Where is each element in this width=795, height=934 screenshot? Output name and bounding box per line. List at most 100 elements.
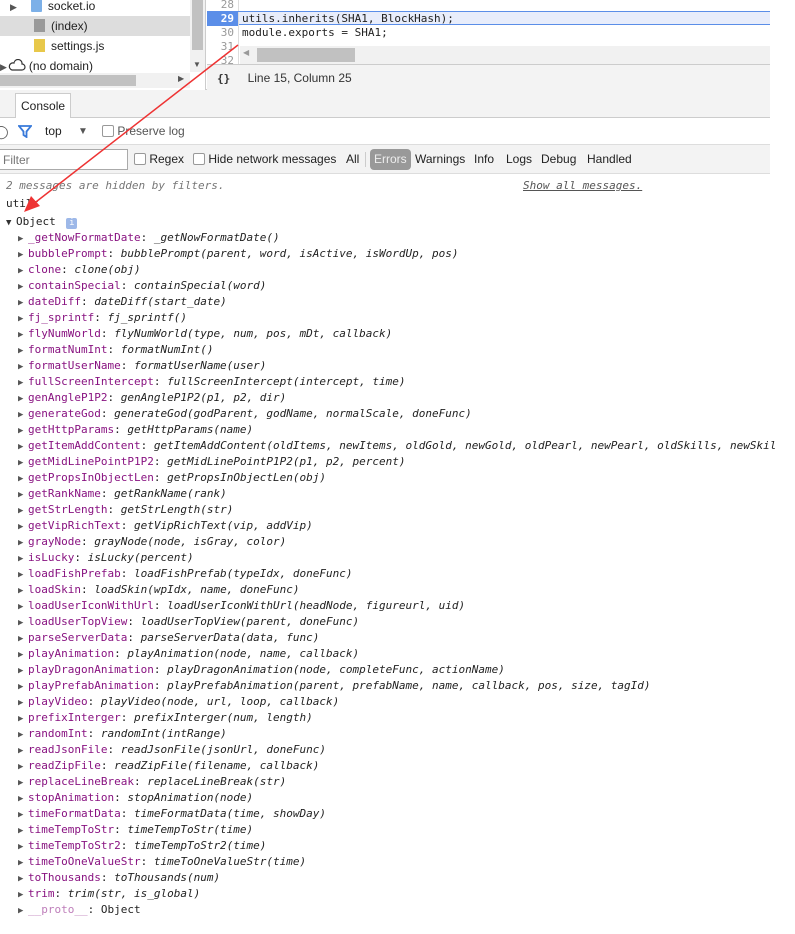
object-property[interactable]: ▶ isLucky: isLucky(percent) [18, 550, 194, 566]
object-property[interactable]: ▶ getItemAddContent: getItemAddContent(ol… [18, 438, 776, 454]
expand-arrow-icon[interactable]: ▶ [18, 343, 28, 359]
expand-arrow-icon[interactable]: ▶ [18, 455, 28, 471]
object-property[interactable]: ▶ getVipRichText: getVipRichText(vip, add… [18, 518, 313, 534]
line-number[interactable]: 29 [207, 12, 239, 26]
info-icon[interactable]: i [66, 218, 78, 229]
object-property[interactable]: ▶ loadSkin: loadSkin(wpIdx, name, doneFun… [18, 582, 300, 598]
expand-arrow-icon[interactable]: ▶ [18, 807, 28, 823]
object-property[interactable]: ▶ trim: trim(str, is_global) [18, 886, 200, 902]
object-property[interactable]: ▶ bubblePrompt: bubblePrompt(parent, word… [18, 246, 459, 262]
object-property[interactable]: ▶ clone: clone(obj) [18, 262, 141, 278]
object-property[interactable]: ▶ flyNumWorld: flyNumWorld(type, num, pos… [18, 326, 392, 342]
object-property[interactable]: ▶ playAnimation: playAnimation(node, name… [18, 646, 359, 662]
tree-item[interactable]: (index) [0, 16, 190, 36]
object-property[interactable]: ▶ readJsonFile: readJsonFile(jsonUrl, don… [18, 742, 326, 758]
filter-input[interactable] [0, 149, 128, 170]
chevron-down-icon[interactable]: ▼ [78, 118, 88, 145]
object-property[interactable]: ▶ replaceLineBreak: replaceLineBreak(str) [18, 774, 286, 790]
object-property[interactable]: ▶ generateGod: generateGod(godParent, god… [18, 406, 472, 422]
object-property[interactable]: ▶ timeFormatData: timeFormatData(time, sh… [18, 806, 326, 822]
object-property[interactable]: ▶ loadUserTopView: loadUserTopView(parent… [18, 614, 359, 630]
expand-arrow-icon[interactable]: ▶ [18, 487, 28, 503]
expand-arrow-icon[interactable]: ▶ [18, 551, 28, 567]
expand-arrow-icon[interactable]: ▶ [18, 871, 28, 887]
object-property[interactable]: ▶ getPropsInObjectLen: getPropsInObjectLe… [18, 470, 326, 486]
line-number[interactable]: 31 [207, 40, 239, 54]
expand-arrow-icon[interactable]: ▶ [18, 631, 28, 647]
expand-arrow-icon[interactable]: ▶ [18, 711, 28, 727]
expand-arrow-icon[interactable]: ▶ [18, 887, 28, 903]
level-debug[interactable]: Debug [541, 145, 576, 174]
expand-arrow-icon[interactable]: ▶ [18, 519, 28, 535]
expand-arrow-icon[interactable]: ▶ [18, 727, 28, 743]
hide-network-checkbox[interactable]: Hide network messages [193, 145, 336, 174]
object-property[interactable]: ▶ playPrefabAnimation: playPrefabAnimatio… [18, 678, 651, 694]
object-property[interactable]: ▶ containSpecial: containSpecial(word) [18, 278, 266, 294]
object-property[interactable]: ▶ timeTempToStr: timeTempToStr(time) [18, 822, 253, 838]
object-property[interactable]: ▶ getStrLength: getStrLength(str) [18, 502, 233, 518]
expand-arrow-icon[interactable]: ▶ [18, 839, 28, 855]
expand-arrow-icon[interactable]: ▶ [18, 743, 28, 759]
expand-arrow-icon[interactable]: ▶ [18, 903, 28, 919]
tree-item[interactable]: settings.js [0, 36, 190, 56]
object-property[interactable]: ▶ formatUserName: formatUserName(user) [18, 358, 266, 374]
editor-hscrollbar[interactable]: ◀ [240, 46, 770, 64]
regex-checkbox[interactable]: Regex [134, 145, 184, 174]
object-property[interactable]: ▶ timeTempToStr2: timeTempToStr2(time) [18, 838, 266, 854]
expand-arrow-icon[interactable]: ▶ [18, 535, 28, 551]
tree-item[interactable]: ▶ socket.io [0, 0, 190, 16]
expand-arrow-icon[interactable]: ▶ [18, 407, 28, 423]
object-proto[interactable]: ▶ __proto__: Object [18, 902, 141, 918]
expand-arrow-icon[interactable]: ▶ [18, 855, 28, 871]
context-selector[interactable]: top [45, 118, 62, 145]
object-property[interactable]: ▶ fullScreenIntercept: fullScreenIntercep… [18, 374, 406, 390]
level-info[interactable]: Info [474, 145, 494, 174]
expand-arrow-icon[interactable]: ▶ [18, 679, 28, 695]
object-property[interactable]: ▶ loadUserIconWithUrl: loadUserIconWithUr… [18, 598, 465, 614]
object-property[interactable]: ▶ loadFishPrefab: loadFishPrefab(typeIdx,… [18, 566, 353, 582]
object-property[interactable]: ▶ timeToOneValueStr: timeToOneValueStr(ti… [18, 854, 306, 870]
level-handled[interactable]: Handled [587, 145, 632, 174]
object-property[interactable]: ▶ getRankName: getRankName(rank) [18, 486, 227, 502]
level-errors[interactable]: Errors [370, 149, 411, 170]
expand-arrow-icon[interactable]: ▶ [18, 375, 28, 391]
expand-arrow-icon[interactable]: ▶ [18, 471, 28, 487]
object-property[interactable]: ▶ genAngleP1P2: genAngleP1P2(p1, p2, dir) [18, 390, 286, 406]
expand-arrow-icon[interactable]: ▶ [18, 439, 28, 455]
object-property[interactable]: ▶ parseServerData: parseServerData(data, … [18, 630, 319, 646]
expand-arrow-icon[interactable]: ▶ [18, 759, 28, 775]
expand-arrow-icon[interactable]: ▶ [18, 695, 28, 711]
expand-arrow-icon[interactable]: ▶ [18, 791, 28, 807]
expand-arrow-icon[interactable]: ▶ [18, 775, 28, 791]
object-property[interactable]: ▶ randomInt: randomInt(intRange) [18, 726, 227, 742]
preserve-log-checkbox[interactable]: Preserve log [102, 118, 185, 145]
clear-console-icon[interactable]: ◯ [0, 118, 9, 145]
expand-arrow-icon[interactable]: ▶ [18, 263, 28, 279]
expand-arrow-icon[interactable]: ▶ [18, 423, 28, 439]
object-property[interactable]: ▶ getHttpParams: getHttpParams(name) [18, 422, 253, 438]
expand-arrow-icon[interactable]: ▶ [18, 327, 28, 343]
expand-arrow-icon[interactable]: ▶ [18, 295, 28, 311]
expand-arrow-icon[interactable]: ▶ [18, 567, 28, 583]
object-property[interactable]: ▶ _getNowFormatDate: _getNowFormatDate() [18, 230, 280, 246]
line-number[interactable]: 30 [207, 26, 239, 40]
filter-icon[interactable] [18, 125, 32, 138]
tree-scrollbar[interactable]: ▼ [190, 0, 205, 72]
expand-arrow-icon[interactable]: ▶ [18, 311, 28, 327]
expand-arrow-icon[interactable]: ▶ [18, 615, 28, 631]
object-property[interactable]: ▶ fj_sprintf: fj_sprintf() [18, 310, 187, 326]
object-property[interactable]: ▶ formatNumInt: formatNumInt() [18, 342, 213, 358]
object-property[interactable]: ▶ playDragonAnimation: playDragonAnimatio… [18, 662, 505, 678]
object-property[interactable]: ▶ grayNode: grayNode(node, isGray, color) [18, 534, 286, 550]
expand-arrow-icon[interactable]: ▶ [18, 823, 28, 839]
object-property[interactable]: ▶ toThousands: toThousands(num) [18, 870, 220, 886]
expand-arrow-icon[interactable]: ▶ [18, 503, 28, 519]
object-property[interactable]: ▶ stopAnimation: stopAnimation(node) [18, 790, 253, 806]
expand-arrow-icon[interactable]: ▶ [18, 231, 28, 247]
expand-arrow-icon[interactable]: ▶ [18, 359, 28, 375]
object-property[interactable]: ▶ dateDiff: dateDiff(start_date) [18, 294, 227, 310]
expand-arrow-icon[interactable]: ▶ [18, 279, 28, 295]
expand-arrow-icon[interactable]: ▶ [18, 647, 28, 663]
object-property[interactable]: ▶ prefixInterger: prefixInterger(num, len… [18, 710, 313, 726]
tab-console[interactable]: Console [15, 93, 72, 119]
